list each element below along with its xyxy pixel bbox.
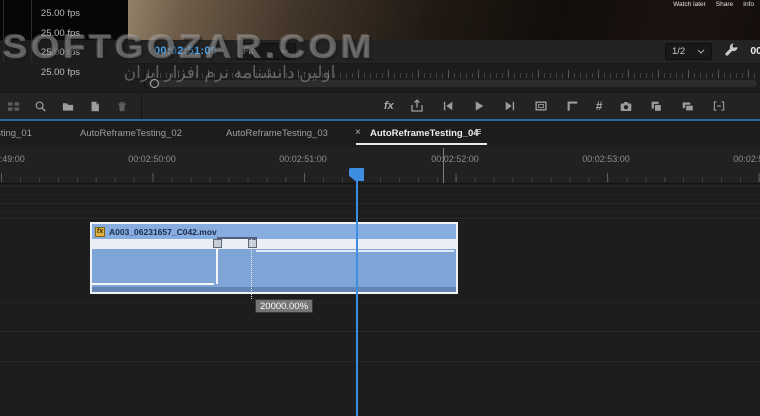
speed-rubber-band-right[interactable] — [256, 250, 454, 252]
list-view-icon[interactable] — [6, 99, 21, 114]
wrench-icon[interactable] — [724, 43, 741, 60]
play-icon[interactable] — [472, 99, 487, 114]
video-clip[interactable]: fx A003_06231657_C042.mov — [90, 222, 458, 294]
project-panel-framerate-column: 25.00 fps 25.00 fps 25.00 fps 25.00 fps — [0, 4, 80, 82]
tab-autoreframetesting-01[interactable]: AutoReframeTesting_01 — [0, 128, 32, 139]
ruler-tick-label: 00:02:50:00 — [128, 154, 176, 164]
current-timecode[interactable]: 00:02:51:09 — [154, 45, 217, 57]
panel-toolbar: fx # — [0, 92, 760, 119]
list-item[interactable]: 25.00 fps — [0, 63, 80, 83]
playhead-line[interactable] — [356, 180, 358, 416]
insert-bracket-icon[interactable] — [711, 99, 726, 114]
speed-keyframe-handle[interactable] — [213, 239, 222, 248]
ruler-major-ticks — [0, 173, 760, 182]
scrubber-track[interactable] — [148, 80, 757, 87]
watch-later-button[interactable]: Watch later — [673, 1, 706, 8]
track-separator — [0, 218, 760, 219]
clip-bottom-shade — [92, 287, 456, 292]
safe-margins-icon[interactable] — [534, 99, 549, 114]
track-separator — [0, 203, 760, 204]
zoom-level-value: Fit — [243, 46, 254, 57]
speed-rubber-band-step — [216, 249, 218, 284]
timeline-ruler[interactable]: 00:02:49:00 00:02:50:00 00:02:51:00 00:0… — [0, 147, 760, 184]
speed-keyframe-band[interactable] — [92, 239, 456, 249]
panel-menu-icon[interactable]: ≡ — [475, 126, 481, 138]
close-icon[interactable]: × — [355, 127, 361, 138]
multi-view-icon[interactable] — [680, 99, 695, 114]
panel-divider — [141, 93, 142, 119]
clip-title-bar: fx A003_06231657_C042.mov — [92, 224, 456, 239]
comparison-view-icon[interactable] — [649, 99, 664, 114]
scrubber-ticks — [148, 70, 760, 78]
premiere-timeline-screenshot: Watch later Share Info 25.00 fps 25.00 f… — [0, 0, 760, 416]
camera-icon[interactable] — [618, 99, 633, 114]
keyframe-drag-guide-line — [251, 239, 252, 299]
list-item[interactable]: 25.00 fps — [0, 43, 80, 63]
clip-name: A003_06231657_C042.mov — [109, 227, 217, 237]
track-separator — [0, 212, 760, 213]
ruler-tick-label: 00:02:53:00 — [582, 154, 630, 164]
speed-percentage-tooltip: 20000.00% — [255, 299, 313, 313]
track-separator — [0, 361, 760, 362]
list-item[interactable]: 25.00 fps — [0, 24, 80, 44]
tab-autoreframetesting-03[interactable]: AutoReframeTesting_03 — [226, 128, 328, 139]
ruler-tick-label: 00:02:51:00 — [279, 154, 327, 164]
list-item[interactable]: 25.00 fps — [0, 4, 80, 24]
search-icon[interactable] — [33, 99, 48, 114]
track-separator — [0, 194, 760, 195]
track-separator — [0, 186, 760, 187]
monitor-scrubber — [144, 64, 760, 90]
active-tab-underline — [356, 143, 487, 145]
share-button[interactable]: Share — [716, 1, 733, 8]
chevron-down-icon — [697, 49, 705, 54]
step-back-icon[interactable] — [441, 99, 456, 114]
program-monitor-controls: 00:02:51:09 Fit 1/2 00 — [128, 40, 760, 64]
tab-autoreframetesting-04[interactable]: AutoReframeTesting_04 — [370, 128, 479, 139]
grid-icon[interactable]: # — [596, 99, 603, 114]
snap-corner-icon[interactable] — [565, 99, 580, 114]
export-frame-icon[interactable] — [410, 99, 425, 114]
chevron-down-icon — [281, 49, 289, 54]
delete-icon[interactable] — [114, 99, 129, 114]
clip-fx-badge-icon[interactable]: fx — [95, 227, 105, 237]
zoom-level-select[interactable]: Fit — [236, 43, 296, 60]
project-panel-toolbar — [6, 93, 129, 119]
ruler-tick-label: 00:02:49:00 — [0, 154, 25, 164]
speed-rubber-band-left[interactable] — [92, 283, 214, 285]
duration-timecode-clipped: 00 — [750, 45, 760, 57]
track-separator — [0, 331, 760, 332]
fx-badge-button[interactable]: fx — [384, 99, 394, 114]
timeline-tab-bar: AutoReframeTesting_01 AutoReframeTesting… — [0, 121, 760, 147]
new-item-icon[interactable] — [87, 99, 102, 114]
new-bin-icon[interactable] — [60, 99, 75, 114]
ruler-tick-label: 00:02:52:00 — [431, 154, 479, 164]
step-forward-icon[interactable] — [503, 99, 518, 114]
edit-cursor-line — [443, 148, 444, 183]
speed-keyframe-handle[interactable] — [248, 239, 257, 248]
playback-resolution-select[interactable]: 1/2 — [665, 43, 712, 60]
ruler-tick-label: 00:02:54:00 — [733, 154, 760, 164]
tab-autoreframetesting-02[interactable]: AutoReframeTesting_02 — [80, 128, 182, 139]
monitor-toolbar: fx # — [384, 93, 726, 119]
program-monitor-video — [128, 0, 760, 40]
playback-resolution-value: 1/2 — [672, 46, 685, 57]
video-player-overlay: Watch later Share Info — [673, 1, 754, 8]
info-button[interactable]: Info — [743, 1, 754, 8]
track-separator — [0, 302, 760, 303]
scrubber-playhead-handle[interactable] — [150, 79, 159, 88]
